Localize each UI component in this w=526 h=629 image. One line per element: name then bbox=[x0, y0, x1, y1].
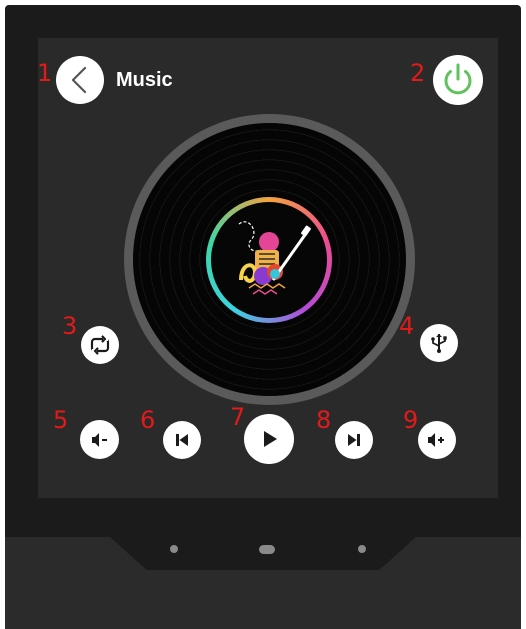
indicator-dot-right bbox=[358, 545, 366, 553]
badge-7: 7 bbox=[230, 403, 246, 431]
skip-previous-icon bbox=[176, 434, 188, 446]
play-icon bbox=[264, 431, 277, 447]
usb-icon bbox=[431, 334, 447, 353]
album-art bbox=[211, 202, 327, 318]
repeat-icon bbox=[90, 335, 110, 355]
previous-track-button[interactable] bbox=[163, 421, 201, 459]
play-button[interactable] bbox=[244, 414, 294, 464]
skip-next-icon bbox=[348, 434, 360, 446]
volume-down-icon bbox=[91, 432, 107, 447]
badge-4: 4 bbox=[399, 312, 415, 340]
badge-9: 9 bbox=[403, 406, 419, 434]
indicator-dot-center bbox=[259, 545, 275, 554]
chevron-left-icon bbox=[71, 66, 87, 94]
usb-button[interactable] bbox=[420, 324, 458, 362]
repeat-button[interactable] bbox=[81, 326, 119, 364]
next-track-button[interactable] bbox=[335, 421, 373, 459]
indicator-dot-left bbox=[170, 545, 178, 553]
power-icon bbox=[444, 63, 472, 95]
music-collage-icon bbox=[238, 221, 311, 295]
badge-8: 8 bbox=[316, 406, 332, 434]
volume-down-button[interactable] bbox=[80, 420, 119, 459]
back-button[interactable] bbox=[56, 56, 104, 104]
volume-up-icon bbox=[428, 433, 444, 447]
power-button[interactable] bbox=[433, 55, 483, 105]
badge-6: 6 bbox=[140, 406, 156, 434]
volume-up-button[interactable] bbox=[418, 421, 456, 459]
badge-1: 1 bbox=[37, 59, 53, 87]
badge-3: 3 bbox=[62, 312, 78, 340]
badge-5: 5 bbox=[53, 406, 69, 434]
page-title: Music bbox=[116, 69, 173, 91]
badge-2: 2 bbox=[410, 59, 426, 87]
